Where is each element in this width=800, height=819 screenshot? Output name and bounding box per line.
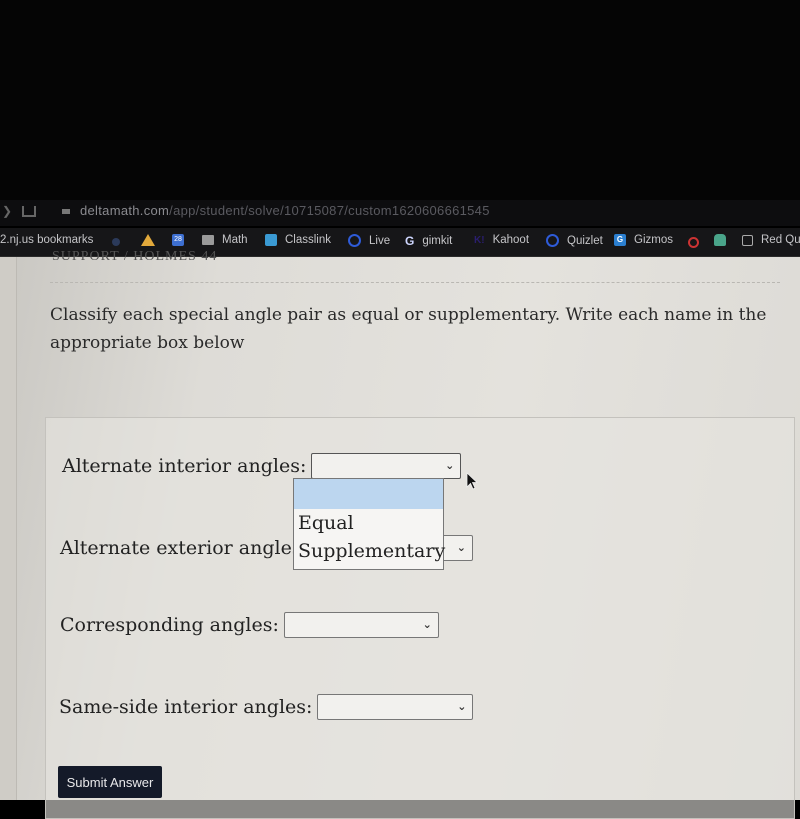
bank-icon bbox=[742, 234, 753, 246]
field-label: Same-side interior angles: bbox=[59, 696, 313, 718]
globe-icon bbox=[112, 238, 120, 246]
dropdown-list: Equal Supplementary bbox=[293, 478, 445, 570]
field-label: Corresponding angles: bbox=[60, 614, 279, 636]
field-same-side-interior: Same-side interior angles: ⌄ bbox=[59, 694, 474, 720]
field-label: Alternate interior angles: bbox=[62, 455, 307, 477]
address-bar[interactable]: deltamath.com/app/student/solve/10715087… bbox=[80, 203, 490, 218]
bookmark-calendar[interactable]: 28 bbox=[172, 234, 192, 246]
address-bar-row: ❯ deltamath.com/app/student/solve/107150… bbox=[0, 200, 800, 226]
submit-answer-button[interactable]: Submit Answer bbox=[58, 766, 162, 798]
robot-icon bbox=[714, 234, 726, 246]
field-label: Alternate exterior angles: bbox=[60, 537, 309, 559]
home-icon[interactable] bbox=[22, 206, 36, 217]
chevron-down-icon: ⌄ bbox=[445, 459, 455, 472]
field-alternate-interior: Alternate interior angles: ⌄ bbox=[62, 453, 462, 479]
folder-icon bbox=[202, 235, 214, 245]
bookmark-classlink[interactable]: Classlink bbox=[265, 234, 331, 246]
dropdown-option-supplementary[interactable]: Supplementary bbox=[294, 537, 445, 565]
gimkit-icon: G bbox=[405, 234, 415, 248]
question-text: Classify each special angle pair as equa… bbox=[50, 305, 767, 353]
bookmark-gizmos[interactable]: G Gizmos bbox=[614, 234, 673, 246]
alternate-interior-select[interactable]: ⌄ bbox=[311, 453, 462, 479]
forward-icon[interactable]: ❯ bbox=[2, 204, 12, 218]
bookmark-nj-bookmarks[interactable]: 2.nj.us bookmarks bbox=[0, 234, 93, 246]
same-side-interior-select[interactable]: ⌄ bbox=[317, 694, 474, 720]
cut-off-heading: SUPPORT / HOLMES 44 bbox=[52, 249, 218, 264]
classlink-icon bbox=[265, 234, 277, 246]
quizlet-icon bbox=[546, 234, 559, 247]
chevron-down-icon: ⌄ bbox=[457, 700, 467, 713]
dropdown-option-equal[interactable]: Equal bbox=[294, 509, 443, 537]
divider bbox=[50, 282, 780, 283]
bookmark-globe[interactable] bbox=[112, 238, 128, 246]
url-host: deltamath.com bbox=[80, 203, 170, 218]
bookmark-kahoot[interactable]: K! Kahoot bbox=[474, 234, 529, 246]
bookmark-search[interactable] bbox=[688, 237, 707, 248]
bookmark-robot[interactable] bbox=[714, 234, 734, 246]
bookmark-drive[interactable] bbox=[141, 234, 163, 246]
lock-icon bbox=[62, 209, 70, 214]
left-border bbox=[0, 257, 17, 800]
quizlet-live-icon bbox=[348, 234, 361, 247]
chevron-down-icon: ⌄ bbox=[456, 541, 467, 554]
google-drive-icon bbox=[141, 234, 155, 246]
calendar-icon: 28 bbox=[172, 234, 184, 246]
field-corresponding: Corresponding angles: ⌄ bbox=[60, 612, 439, 638]
gizmos-icon: G bbox=[614, 234, 626, 246]
url-path: /app/student/solve/10715087/custom162060… bbox=[169, 203, 490, 218]
chevron-down-icon: ⌄ bbox=[422, 618, 432, 631]
dropdown-option-blank[interactable] bbox=[294, 479, 443, 509]
corresponding-select[interactable]: ⌄ bbox=[283, 612, 439, 638]
bookmark-math[interactable]: Math bbox=[202, 234, 248, 246]
bookmark-quizlet[interactable]: Quizlet bbox=[546, 234, 603, 247]
mouse-cursor-icon bbox=[466, 472, 479, 490]
bookmark-red-que[interactable]: Red Que bbox=[742, 234, 800, 246]
kahoot-icon: K! bbox=[474, 234, 485, 246]
bookmark-live[interactable]: Live bbox=[348, 234, 390, 247]
search-q-icon bbox=[688, 237, 699, 248]
bookmark-gimkit[interactable]: Ggimkit bbox=[405, 234, 452, 248]
screen-bezel bbox=[0, 0, 800, 200]
